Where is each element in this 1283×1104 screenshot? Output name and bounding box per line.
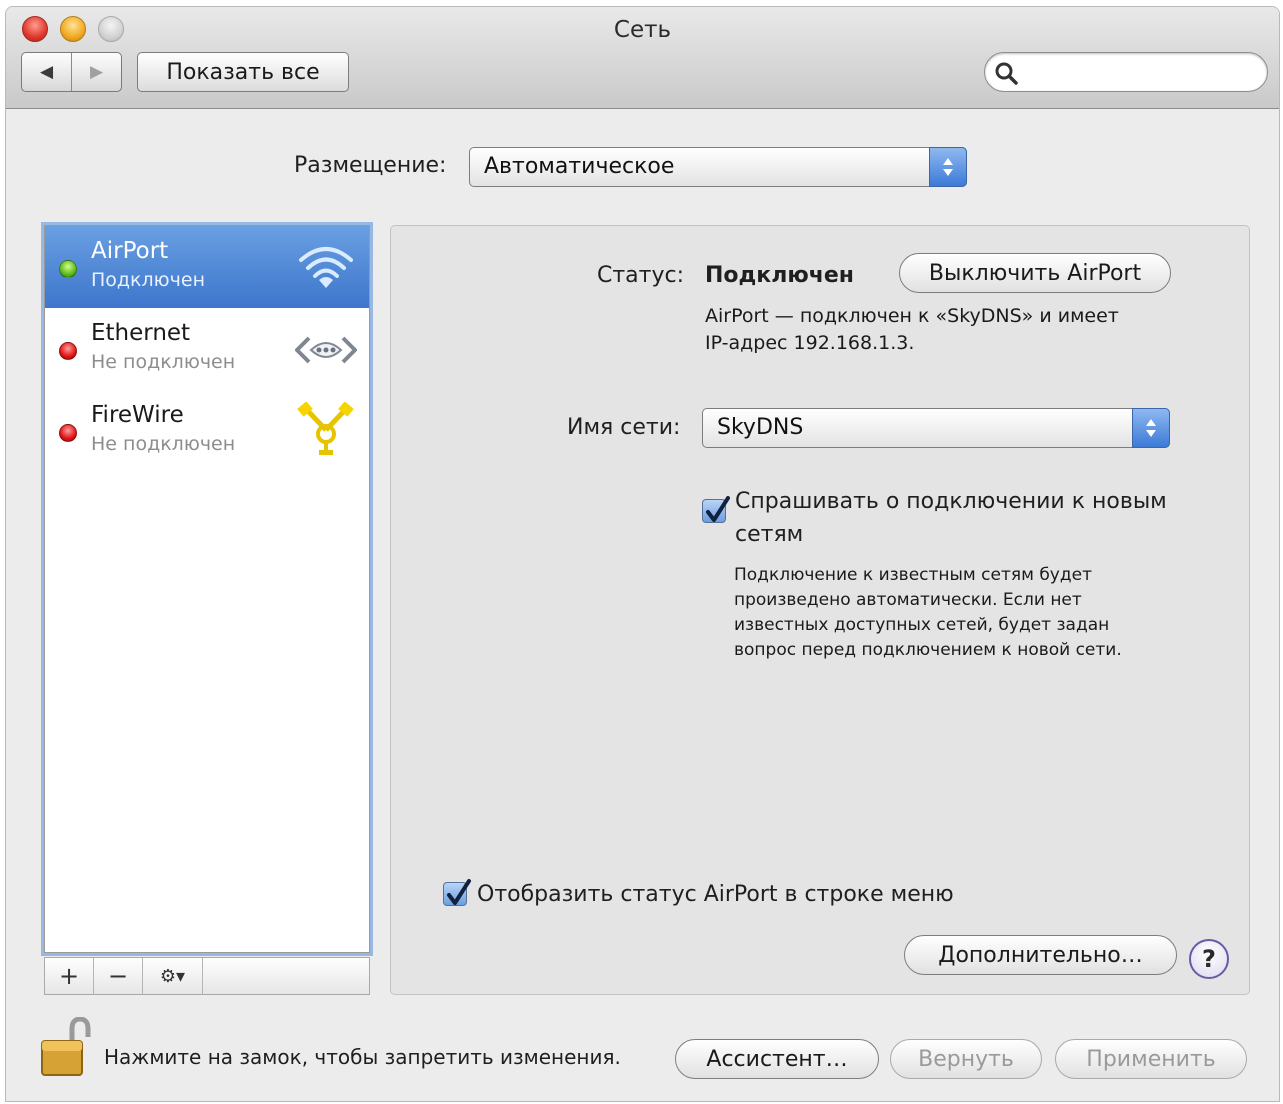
help-text-line: произведено автоматически. Если нет bbox=[734, 590, 1082, 610]
network-preferences-window: Сеть ◀ ▶ Показать все Размещение: Автома… bbox=[5, 6, 1280, 1102]
search-icon bbox=[995, 62, 1018, 85]
window-title: Сеть bbox=[613, 17, 672, 43]
service-status: Не подключен bbox=[91, 433, 236, 455]
status-indicator-red bbox=[59, 424, 77, 442]
help-text-line: известных доступных сетей, будет задан bbox=[734, 615, 1110, 635]
location-popup[interactable]: Автоматическое bbox=[469, 147, 967, 187]
service-name: AirPort bbox=[91, 238, 169, 264]
assistant-button[interactable]: Ассистент… bbox=[675, 1039, 879, 1079]
status-indicator-green bbox=[59, 260, 77, 278]
forward-button[interactable]: ▶ bbox=[71, 53, 121, 91]
toolbar: Сеть ◀ ▶ Показать все bbox=[6, 7, 1279, 109]
service-item-firewire[interactable]: FireWire Не подключен bbox=[45, 390, 369, 472]
add-service-button[interactable]: + bbox=[45, 958, 94, 994]
show-status-label[interactable]: Отобразить статус AirPort в строке меню bbox=[477, 882, 954, 907]
ask-join-label[interactable]: Спрашивать о подключении к новым сетям bbox=[735, 485, 1167, 551]
network-name-value: SkyDNS bbox=[717, 415, 804, 440]
ask-join-label-line: сетям bbox=[735, 522, 804, 547]
status-description-line: IP-адрес 192.168.1.3. bbox=[705, 332, 915, 354]
remove-service-button[interactable]: − bbox=[94, 958, 143, 994]
network-name-label: Имя сети: bbox=[567, 415, 681, 440]
status-indicator-red bbox=[59, 342, 77, 360]
service-list: AirPort Подключен Ethernet Не подключен bbox=[44, 225, 370, 953]
service-status: Подключен bbox=[91, 269, 205, 291]
lock-hint-text: Нажмите на замок, чтобы запретить измене… bbox=[104, 1045, 621, 1069]
location-label: Размещение: bbox=[294, 153, 447, 178]
ethernet-icon bbox=[295, 336, 357, 364]
status-description: AirPort — подключен к «SkyDNS» и имеет I… bbox=[705, 303, 1119, 357]
wifi-icon bbox=[299, 247, 353, 288]
show-status-checkbox[interactable] bbox=[443, 879, 471, 906]
checkmark-icon bbox=[706, 496, 730, 522]
help-text-line: Подключение к известным сетям будет bbox=[734, 565, 1092, 585]
status-value: Подключен bbox=[705, 263, 854, 288]
location-value: Автоматическое bbox=[484, 154, 675, 179]
apply-button[interactable]: Применить bbox=[1055, 1039, 1247, 1079]
gear-menu-button[interactable]: ⚙▾ bbox=[143, 958, 203, 994]
popup-arrows-icon bbox=[1132, 408, 1170, 448]
search-field[interactable] bbox=[984, 52, 1268, 92]
back-button[interactable]: ◀ bbox=[22, 53, 71, 91]
help-text-line: вопрос перед подключением к новой сети. bbox=[734, 640, 1122, 660]
service-item-ethernet[interactable]: Ethernet Не подключен bbox=[45, 308, 369, 390]
firewire-icon bbox=[297, 402, 354, 455]
network-name-popup[interactable]: SkyDNS bbox=[702, 408, 1170, 448]
ask-join-label-line: Спрашивать о подключении к новым bbox=[735, 489, 1167, 514]
service-status: Не подключен bbox=[91, 351, 236, 373]
advanced-button[interactable]: Дополнительно… bbox=[904, 935, 1177, 975]
back-forward-control: ◀ ▶ bbox=[21, 52, 122, 92]
service-name: Ethernet bbox=[91, 320, 191, 346]
unlocked-padlock-icon[interactable] bbox=[38, 1017, 94, 1079]
service-name: FireWire bbox=[91, 402, 184, 428]
popup-arrows-icon bbox=[929, 147, 967, 187]
status-description-line: AirPort — подключен к «SkyDNS» и имеет bbox=[705, 305, 1119, 327]
service-list-toolbar: + − ⚙▾ bbox=[44, 957, 370, 995]
status-label: Статус: bbox=[597, 263, 685, 288]
help-button[interactable]: ? bbox=[1189, 939, 1229, 979]
ask-join-checkbox[interactable] bbox=[702, 496, 730, 523]
ask-join-help-text: Подключение к известным сетям будет прои… bbox=[734, 563, 1122, 663]
checkmark-icon bbox=[447, 879, 471, 905]
service-item-airport[interactable]: AirPort Подключен bbox=[45, 226, 369, 308]
turn-off-airport-button[interactable]: Выключить AirPort bbox=[899, 253, 1171, 293]
revert-button[interactable]: Вернуть bbox=[890, 1039, 1042, 1079]
show-all-button[interactable]: Показать все bbox=[137, 52, 349, 92]
